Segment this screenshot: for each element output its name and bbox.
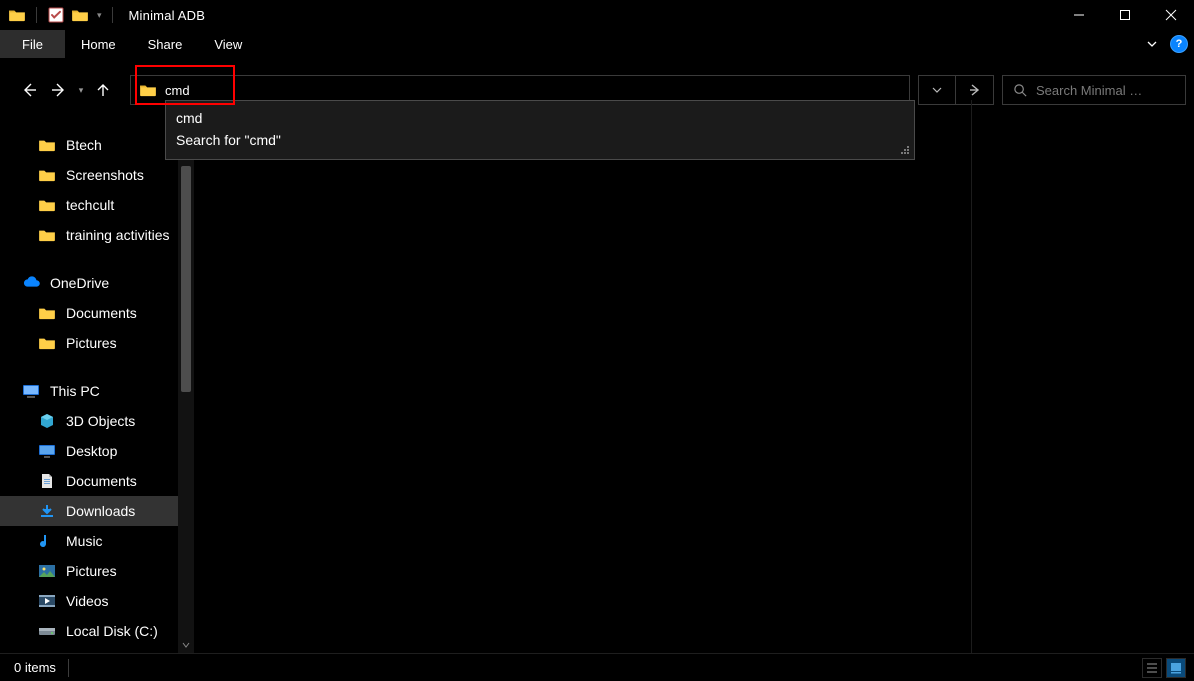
downloads-icon	[38, 502, 56, 520]
address-suggestion-item[interactable]: cmd	[176, 107, 904, 129]
search-box[interactable]: Search Minimal …	[1002, 75, 1186, 105]
folder-icon	[38, 196, 56, 214]
scrollbar-down-arrow-icon[interactable]	[178, 637, 194, 653]
tree-item-downloads[interactable]: Downloads	[0, 496, 178, 526]
tree-item-quick-training[interactable]: training activities	[0, 220, 178, 250]
window-minimize-button[interactable]	[1056, 0, 1102, 30]
scrollbar-thumb[interactable]	[181, 166, 191, 392]
search-icon	[1013, 83, 1028, 98]
tree-item-label: Videos	[66, 593, 109, 609]
tree-item-label: Music	[66, 533, 103, 549]
ribbon-expand-chevron-icon[interactable]	[1138, 30, 1166, 58]
folder-icon	[38, 334, 56, 352]
window-title: Minimal ADB	[123, 8, 206, 23]
address-folder-icon	[139, 83, 157, 97]
nav-forward-button[interactable]	[44, 75, 74, 105]
status-item-count: 0 items	[14, 659, 69, 677]
tab-share[interactable]: Share	[132, 30, 199, 58]
ribbon-tabs: File Home Share View ?	[0, 30, 1194, 58]
qat-folder-icon[interactable]	[8, 6, 26, 24]
address-suggestion-item[interactable]: Search for "cmd"	[176, 129, 904, 151]
tree-item-label: Downloads	[66, 503, 135, 519]
thispc-icon	[22, 382, 40, 400]
tree-item-label: Documents	[66, 305, 137, 321]
tree-item-label: Screenshots	[66, 167, 144, 183]
address-suggestions-dropdown: cmd Search for "cmd"	[165, 100, 915, 160]
tree-item-label: Pictures	[66, 563, 117, 579]
tree-item-label: Btech	[66, 137, 102, 153]
title-bar: ▾ Minimal ADB	[0, 0, 1194, 30]
nav-up-button[interactable]	[88, 75, 118, 105]
desktop-icon	[38, 442, 56, 460]
tab-home[interactable]: Home	[65, 30, 132, 58]
tab-view[interactable]: View	[198, 30, 258, 58]
tree-item-onedrive-pictures[interactable]: Pictures	[0, 328, 178, 358]
window-maximize-button[interactable]	[1102, 0, 1148, 30]
tree-item-desktop[interactable]: Desktop	[0, 436, 178, 466]
file-list-area[interactable]	[194, 118, 1194, 653]
tree-item-label: 3D Objects	[66, 413, 135, 429]
ribbon-help-button[interactable]: ?	[1170, 35, 1188, 53]
videos-icon	[38, 592, 56, 610]
tree-item-label: Pictures	[66, 335, 117, 351]
tree-item-documents[interactable]: Documents	[0, 466, 178, 496]
tree-item-pictures[interactable]: Pictures	[0, 556, 178, 586]
drive-icon	[38, 622, 56, 640]
tree-item-label: Documents	[66, 473, 137, 489]
qat-newfolder-icon[interactable]	[71, 6, 89, 24]
qat-customize-caret[interactable]: ▾	[95, 10, 104, 21]
tree-item-label: This PC	[50, 383, 100, 399]
tree-scrollbar[interactable]	[178, 118, 194, 653]
tree-item-quick-screenshots[interactable]: Screenshots	[0, 160, 178, 190]
folder-icon	[38, 166, 56, 184]
nav-back-button[interactable]	[14, 75, 44, 105]
nav-history-caret[interactable]: ▾	[74, 85, 88, 96]
tree-item-label: training activities	[66, 227, 170, 243]
address-go-button[interactable]	[956, 75, 994, 105]
tree-item-label: Desktop	[66, 443, 117, 459]
qat-separator	[36, 7, 37, 23]
tree-item-label: OneDrive	[50, 275, 109, 291]
folder-icon	[38, 304, 56, 322]
tree-item-quick-techcult[interactable]: techcult	[0, 190, 178, 220]
address-history-dropdown[interactable]	[918, 75, 956, 105]
qat-separator-2	[112, 7, 113, 23]
tree-item-quick-btech[interactable]: Btech	[0, 130, 178, 160]
tree-item-label: techcult	[66, 197, 114, 213]
documents-icon	[38, 472, 56, 490]
tree-item-drive-c[interactable]: Local Disk (C:)	[0, 616, 178, 646]
3dobjects-icon	[38, 412, 56, 430]
tree-item-music[interactable]: Music	[0, 526, 178, 556]
tab-file[interactable]: File	[0, 30, 65, 58]
onedrive-icon	[22, 274, 40, 292]
folder-icon	[38, 136, 56, 154]
music-icon	[38, 532, 56, 550]
tree-item-videos[interactable]: Videos	[0, 586, 178, 616]
tree-item-onedrive-documents[interactable]: Documents	[0, 298, 178, 328]
search-placeholder: Search Minimal …	[1036, 83, 1175, 98]
tree-item-label: Local Disk (C:)	[66, 623, 158, 639]
qat-properties-icon[interactable]	[47, 6, 65, 24]
folder-icon	[38, 226, 56, 244]
status-bar: 0 items	[0, 653, 1194, 681]
view-largeicons-button[interactable]	[1166, 658, 1186, 678]
window-close-button[interactable]	[1148, 0, 1194, 30]
view-details-button[interactable]	[1142, 658, 1162, 678]
tree-item-thispc[interactable]: This PC	[0, 376, 178, 406]
tree-item-3dobjects[interactable]: 3D Objects	[0, 406, 178, 436]
navigation-tree: Btech Screenshots techcult training acti…	[0, 118, 178, 653]
resize-grip-icon[interactable]	[899, 144, 911, 156]
tree-item-onedrive[interactable]: OneDrive	[0, 268, 178, 298]
tree-item-drive-d[interactable]: Local Disk (D:)	[0, 646, 178, 653]
pictures-icon	[38, 562, 56, 580]
